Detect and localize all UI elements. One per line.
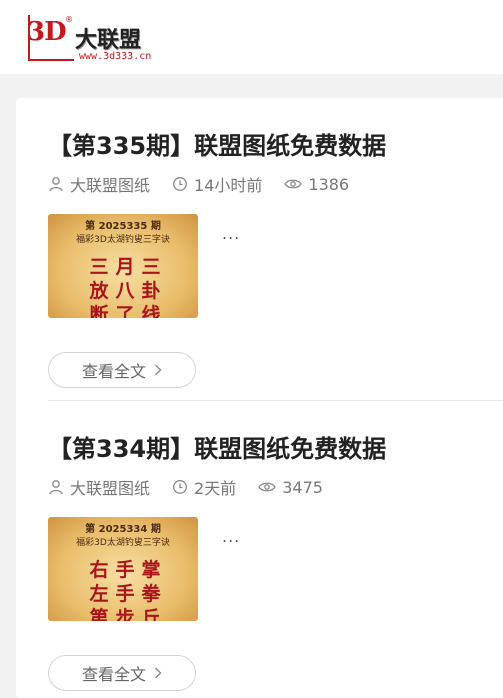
thumbnail-char: 步 [115, 607, 135, 621]
thumbnail-char: 第 [89, 607, 109, 621]
post-views-count: 3475 [282, 477, 323, 497]
post-thumbnail[interactable]: 第 2025335 期 福彩3D太湖钓叟三字诀 三 月 三 放 八 卦 断 了 … [48, 214, 198, 318]
read-more-label: 查看全文 [81, 665, 146, 684]
thumbnail-characters: 三 月 三 放 八 卦 断 了 线 [86, 252, 164, 318]
thumbnail-char: 断 [89, 304, 109, 318]
eye-icon [258, 482, 276, 492]
post-time: 14小时前 [172, 172, 262, 196]
thumbnail-char: 手 [115, 559, 135, 581]
logo-mark: 3D [27, 17, 67, 47]
logo-url: www.3d333.cn [79, 51, 152, 62]
post-meta: 大联盟图纸 14小时前 1386 [48, 173, 371, 195]
thumbnail-char: 右 [89, 559, 109, 581]
thumbnail-char: 放 [89, 280, 109, 302]
post-views: 3475 [258, 478, 323, 497]
post-excerpt: ... [222, 527, 241, 546]
thumbnail-issue: 第 2025335 期 [85, 221, 161, 232]
thumbnail-subtitle: 福彩3D太湖钓叟三字诀 [76, 235, 170, 245]
post-time: 2天前 [172, 475, 236, 499]
logo-registered-mark: ® [65, 15, 73, 24]
post-title[interactable]: 【第334期】联盟图纸免费数据 [48, 429, 386, 464]
thumbnail-char: 三 [89, 256, 109, 278]
read-more-button[interactable]: 查看全文 [48, 352, 196, 388]
post-author[interactable]: 大联盟图纸 [48, 475, 150, 499]
post-divider [48, 400, 503, 401]
post-author-name: 大联盟图纸 [70, 176, 151, 195]
post-views: 1386 [284, 175, 349, 194]
post-author[interactable]: 大联盟图纸 [48, 172, 150, 196]
post-list: 【第335期】联盟图纸免费数据 大联盟图纸 14小时前 1386 第 20253… [16, 98, 503, 698]
post-time-text: 2天前 [194, 479, 237, 498]
user-icon [49, 177, 63, 192]
eye-icon [284, 179, 303, 189]
thumbnail-char: 三 [141, 256, 161, 278]
thumbnail-issue: 第 2025334 期 [85, 524, 161, 535]
thumbnail-char: 手 [115, 583, 135, 605]
thumbnail-char: 了 [115, 304, 135, 318]
chevron-right-icon [155, 667, 162, 679]
thumbnail-char: 卦 [141, 280, 161, 302]
post-meta: 大联盟图纸 2天前 3475 [48, 476, 345, 498]
post-thumbnail[interactable]: 第 2025334 期 福彩3D太湖钓叟三字诀 右 手 掌 左 手 拳 第 步 … [48, 517, 198, 621]
thumbnail-char: 左 [89, 583, 109, 605]
post-title[interactable]: 【第335期】联盟图纸免费数据 [48, 126, 386, 161]
thumbnail-char: 丘 [141, 607, 161, 621]
post-time-text: 14小时前 [194, 176, 263, 195]
site-logo[interactable]: 3D ® 大联盟 www.3d333.cn [27, 13, 177, 65]
post-excerpt: ... [222, 224, 241, 243]
logo-name: 大联盟 [75, 28, 142, 53]
read-more-label: 查看全文 [81, 362, 146, 381]
thumbnail-char: 八 [115, 280, 135, 302]
chevron-right-icon [155, 364, 162, 376]
site-header: 3D ® 大联盟 www.3d333.cn [0, 0, 503, 74]
thumbnail-char: 拳 [141, 583, 161, 605]
clock-icon [173, 480, 187, 494]
thumbnail-char: 月 [115, 256, 135, 278]
thumbnail-subtitle: 福彩3D太湖钓叟三字诀 [76, 538, 170, 548]
thumbnail-characters: 右 手 掌 左 手 拳 第 步 丘 [86, 555, 164, 621]
clock-icon [173, 177, 187, 191]
thumbnail-char: 线 [141, 304, 161, 318]
user-icon [49, 480, 63, 495]
post-views-count: 1386 [308, 174, 350, 194]
post-author-name: 大联盟图纸 [70, 479, 151, 498]
thumbnail-char: 掌 [141, 559, 161, 581]
